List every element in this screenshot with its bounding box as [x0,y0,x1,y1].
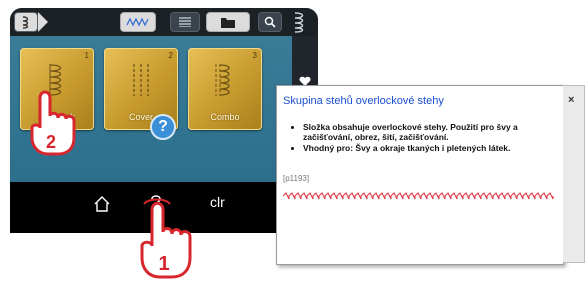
tile-number: 2 [168,51,173,60]
tile-number: 1 [84,51,89,60]
list-view-button[interactable] [170,12,200,32]
list-item: Vhodný pro: Švy a okraje tkaných i plete… [303,143,563,153]
popup-reference: [p1193] [283,174,310,183]
stitch-chain-icon [22,16,29,29]
stitch-pattern-button[interactable] [290,10,314,34]
tile-label: Combo [210,112,240,122]
tile-number: 3 [252,51,257,60]
popup-close-panel: × [563,85,585,263]
pointing-hand-1-icon: 1 [140,198,192,279]
help-badge[interactable]: ? [150,114,176,140]
combo-stitch-icon [215,64,230,96]
popup-title: Skupina stehů overlockové stehy [283,95,444,107]
folder-view-button[interactable] [206,12,250,32]
popup-bullet-list: Složka obsahuje overlockové stehy. Použi… [291,122,563,154]
stitch-pattern-icon [294,12,304,33]
search-icon [264,16,276,28]
callout-step-2: 2 [46,132,56,152]
close-icon[interactable]: × [568,94,574,106]
stitch-zigzag-icon [126,17,149,27]
callout-step-1: 1 [158,253,169,275]
clr-button[interactable]: clr [210,194,225,210]
toolbar-arrow [38,12,48,32]
folder-icon [221,17,235,28]
search-button[interactable] [258,12,282,32]
stitch-chain-button[interactable] [14,12,38,32]
tile-combo[interactable]: 3 Combo [188,48,262,130]
cover-stitch-icon [133,64,149,96]
help-popup: Skupina stehů overlockové stehy Složka o… [276,85,564,265]
list-item: Složka obsahuje overlockové stehy. Použi… [303,122,563,142]
top-toolbar [10,8,318,36]
list-icon [179,17,191,27]
stitch-zigzag-button[interactable] [120,12,156,32]
pointing-hand-2-icon: 2 [30,90,76,156]
overlock-stitch-preview [283,192,554,200]
home-icon[interactable] [94,196,110,212]
